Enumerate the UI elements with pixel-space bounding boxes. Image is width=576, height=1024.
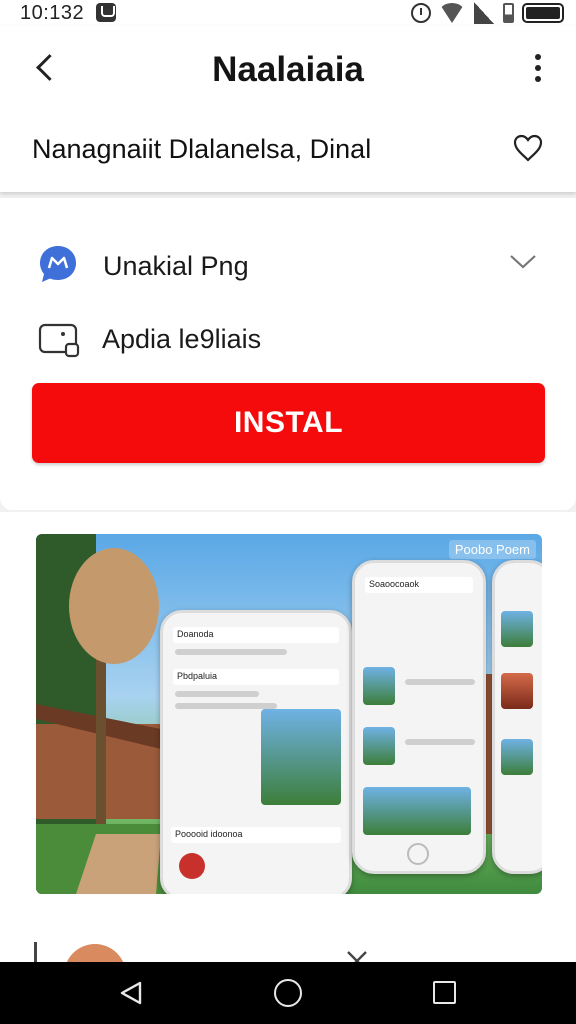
phone-text-line xyxy=(175,703,278,709)
signal-icon xyxy=(474,2,494,24)
details-card: Unakial Png Apdia le9liais INSTAL xyxy=(0,198,576,510)
close-icon[interactable] xyxy=(344,948,370,962)
phone-header: Soaoocoaok xyxy=(365,577,473,593)
more-vertical-icon[interactable] xyxy=(526,54,550,84)
install-button[interactable]: INSTAL xyxy=(32,383,545,463)
phone-mockup-center: Soaoocoaok xyxy=(352,560,486,874)
screenshot-caption: Poobo Poem xyxy=(448,540,536,559)
app-header-card: Naalaiaia Nanagnaiit Dlalanelsa, Dinal xyxy=(0,26,576,192)
app-screenshot[interactable]: Poobo Poem Doanoda Pbdpaluia Pooooid ido… xyxy=(36,534,542,894)
nav-recents-icon[interactable] xyxy=(433,981,456,1004)
status-time: 10:132 xyxy=(20,2,85,24)
phone-mockup-right xyxy=(492,560,542,874)
phone-thumbnail xyxy=(363,727,395,765)
option-label-2[interactable]: Apdia le9liais xyxy=(102,324,261,355)
screenshot-gallery: Poobo Poem Doanoda Pbdpaluia Pooooid ido… xyxy=(0,512,576,962)
peek-divider xyxy=(34,942,37,962)
app-subtitle: Nanagnaiit Dlalanelsa, Dinal xyxy=(32,134,372,164)
phone-text-line xyxy=(405,679,475,685)
battery-icon xyxy=(522,3,564,23)
phone-thumbnail xyxy=(261,709,341,805)
phone-home-button xyxy=(407,843,429,865)
phone-avatar xyxy=(179,853,205,879)
device-icon xyxy=(38,322,80,358)
phone-text-line xyxy=(175,649,287,655)
alarm-icon xyxy=(411,3,431,23)
chevron-down-icon[interactable] xyxy=(508,246,538,276)
battery-small-icon xyxy=(503,3,514,23)
page-title: Naalaiaia xyxy=(212,50,364,89)
phone-text-line xyxy=(405,739,475,745)
phone-section-title: Pbdpaluia xyxy=(173,669,339,685)
phone-footer-title: Pooooid idoonoa xyxy=(171,827,341,843)
chat-bubble-icon xyxy=(38,244,78,284)
option-label-1[interactable]: Unakial Png xyxy=(103,251,249,282)
nav-home-icon[interactable] xyxy=(274,979,302,1007)
system-nav-bar xyxy=(0,962,576,1024)
phone-thumbnail xyxy=(363,787,471,835)
phone-thumbnail xyxy=(501,611,533,647)
phone-text-line xyxy=(175,691,259,697)
phone-thumbnail xyxy=(363,667,395,705)
phone-thumbnail xyxy=(501,739,533,775)
status-bar: 10:132 xyxy=(0,0,576,26)
wifi-icon xyxy=(439,3,465,23)
status-icons xyxy=(411,2,564,24)
app-notification-icon xyxy=(96,3,116,22)
phone-mockup-left: Doanoda Pbdpaluia Pooooid idoonoa xyxy=(160,610,352,894)
nav-back-icon[interactable] xyxy=(118,980,144,1006)
phone-header: Doanoda xyxy=(173,627,339,643)
heart-icon[interactable] xyxy=(512,132,544,164)
phone-thumbnail xyxy=(501,673,533,709)
